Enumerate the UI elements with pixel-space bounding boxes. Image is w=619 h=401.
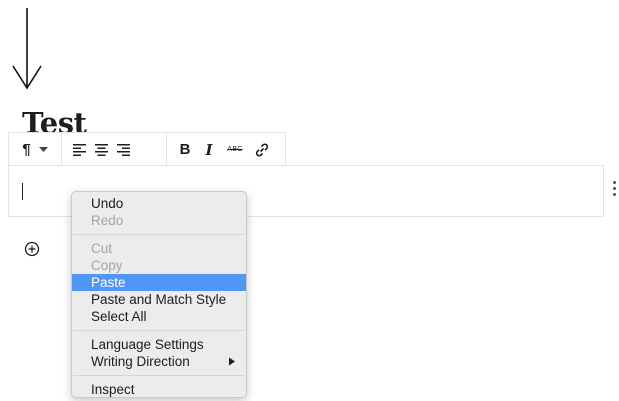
bold-icon: B: [179, 141, 191, 158]
menu-item-paste[interactable]: Paste: [72, 274, 246, 291]
align-center-button[interactable]: [90, 133, 112, 166]
menu-separator: [73, 330, 245, 331]
menu-item-inspect[interactable]: Inspect: [72, 381, 246, 398]
text-caret: [22, 183, 23, 200]
context-menu: Undo Redo Cut Copy Paste Paste and Match…: [71, 191, 247, 398]
alignment-group: [62, 133, 167, 166]
link-button[interactable]: [249, 133, 275, 166]
menu-separator: [73, 375, 245, 376]
align-right-icon: [116, 143, 130, 156]
menu-item-paste-match-style[interactable]: Paste and Match Style: [72, 291, 246, 308]
menu-item-writing-direction[interactable]: Writing Direction: [72, 353, 246, 370]
chevron-down-icon: [38, 146, 48, 152]
menu-item-cut[interactable]: Cut: [72, 240, 246, 257]
menu-separator: [73, 234, 245, 235]
block-toolbar: ¶ B I ABC: [8, 132, 286, 166]
more-vertical-icon[interactable]: [612, 181, 618, 201]
plus-circle-icon[interactable]: [24, 241, 40, 257]
menu-item-undo[interactable]: Undo: [72, 195, 246, 212]
paragraph-icon: ¶: [22, 141, 31, 158]
submenu-arrow-icon: [229, 357, 235, 366]
block-type-button[interactable]: ¶: [9, 133, 61, 166]
link-icon: [255, 142, 269, 157]
align-right-button[interactable]: [112, 133, 134, 166]
bold-button[interactable]: B: [173, 133, 197, 166]
menu-item-copy[interactable]: Copy: [72, 257, 246, 274]
formatting-group: B I ABC: [167, 133, 285, 166]
menu-item-language-settings[interactable]: Language Settings: [72, 336, 246, 353]
menu-item-writing-direction-label: Writing Direction: [91, 354, 190, 369]
italic-button[interactable]: I: [197, 133, 221, 166]
strikethrough-icon: ABC: [227, 146, 243, 153]
align-center-icon: [94, 143, 108, 156]
align-left-icon: [72, 143, 86, 156]
italic-icon: I: [205, 140, 213, 159]
block-type-group: ¶: [9, 133, 62, 166]
down-arrow-icon: [12, 8, 42, 90]
menu-item-redo[interactable]: Redo: [72, 212, 246, 229]
strikethrough-button[interactable]: ABC: [221, 133, 249, 166]
align-left-button[interactable]: [68, 133, 90, 166]
menu-item-select-all[interactable]: Select All: [72, 308, 246, 325]
